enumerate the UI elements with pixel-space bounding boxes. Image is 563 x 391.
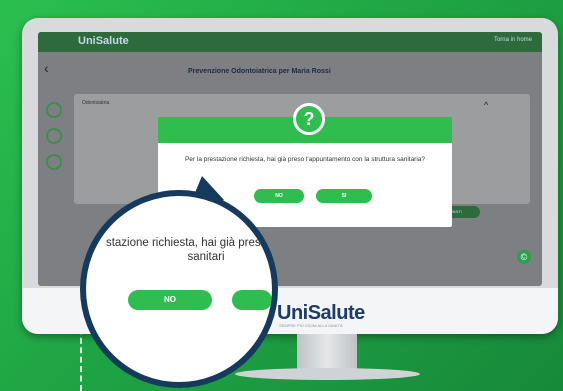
magnifier: stazione richiesta, hai già pres struttu… [80, 190, 278, 388]
magnifier-text: stazione richiesta, hai già pres struttu… [105, 237, 273, 263]
step-calendar-icon [46, 128, 62, 144]
yes-button[interactable]: SI [316, 189, 372, 203]
page-title: Prevenzione Odontoiatrica per Maria Ross… [188, 68, 331, 75]
progress-steps [46, 102, 62, 180]
top-bar: UniSalute Torna in home [38, 32, 542, 52]
magnified-yes-button[interactable] [232, 290, 272, 310]
home-link[interactable]: Torna in home [494, 37, 532, 43]
back-arrow-icon[interactable]: ‹ [44, 60, 49, 76]
monitor-brand: UniSalute [277, 302, 365, 324]
monitor-brand-tagline: SEMPRE PIÙ VICINI ALLA SANITÀ [279, 323, 343, 328]
chevron-up-icon[interactable]: ^ [484, 100, 488, 110]
step-clock-icon [46, 154, 62, 170]
brand-logo: UniSalute [78, 35, 129, 47]
question-mark-icon: ? [293, 103, 325, 135]
monitor-stand [235, 368, 420, 380]
dialog-message: Per la prestazione richiesta, hai già pr… [184, 156, 426, 163]
magnified-no-button[interactable]: NO [128, 290, 212, 310]
step-user-icon [46, 102, 62, 118]
card-label: Odontoiatria [82, 100, 110, 106]
no-button[interactable]: NO [254, 189, 304, 203]
chat-icon[interactable]: © [517, 250, 531, 264]
